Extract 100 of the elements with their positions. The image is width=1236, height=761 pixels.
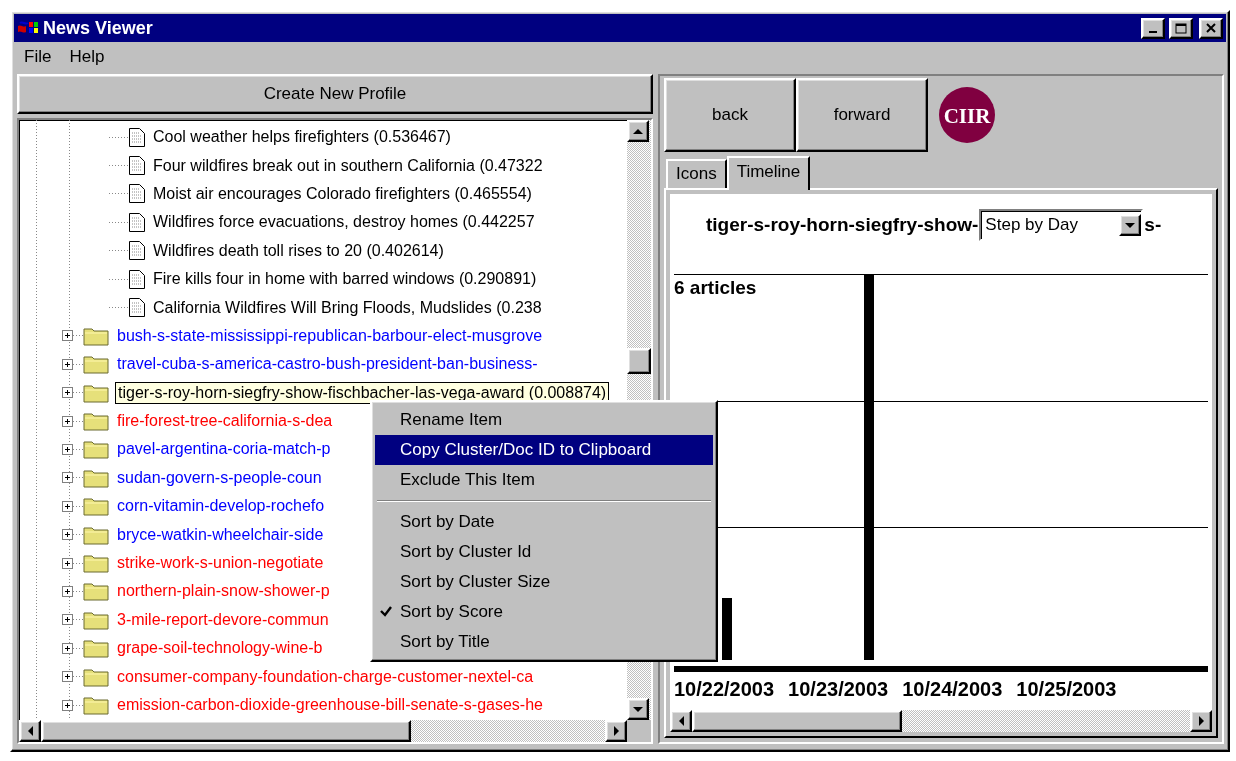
maximize-icon: [1175, 22, 1187, 34]
expand-icon[interactable]: [62, 415, 73, 427]
timeline-title: tiger-s-roy-horn-siegfry-show-: [706, 214, 979, 236]
cluster-label[interactable]: bryce-watkin-wheelchair-side: [115, 524, 326, 545]
expand-icon[interactable]: [62, 330, 73, 342]
date-label: 10/24/2003: [902, 678, 1003, 702]
expand-icon[interactable]: [62, 444, 73, 455]
folder-icon: [83, 382, 109, 403]
menu-item[interactable]: Exclude This Item: [375, 465, 713, 495]
cluster-label[interactable]: strike-work-s-union-negotiate: [115, 553, 326, 574]
document-icon: [129, 269, 145, 289]
scrollbar-thumb[interactable]: [627, 348, 651, 374]
step-dropdown[interactable]: Step by Day: [979, 209, 1144, 241]
document-title[interactable]: Wildfires force evacuations, destroy homes (0.442257: [151, 212, 537, 233]
app-icon: [17, 20, 39, 36]
expand-icon[interactable]: [62, 557, 73, 569]
scrollbar-thumb[interactable]: [692, 710, 902, 732]
cluster-label[interactable]: 3-mile-report-devore-commun: [115, 609, 331, 630]
menu-item[interactable]: Sort by Cluster Id: [375, 537, 713, 567]
timeline-title: s-: [1144, 214, 1162, 236]
minimize-icon: [1149, 31, 1157, 33]
cluster-label[interactable]: fire-forest-tree-california-s-dea: [115, 411, 335, 432]
expand-icon[interactable]: [62, 585, 73, 597]
scroll-down-button[interactable]: [627, 698, 649, 720]
document-icon: [129, 298, 145, 318]
minimize-button[interactable]: [1141, 17, 1165, 39]
folder-icon: [83, 609, 109, 630]
folder-icon: [83, 496, 109, 517]
expand-icon[interactable]: [62, 500, 73, 512]
create-profile-button[interactable]: Create New Profile: [17, 74, 653, 114]
scrollbar[interactable]: [670, 710, 1212, 732]
menu-item[interactable]: Help: [69, 47, 105, 67]
folder-icon: [83, 524, 109, 545]
nav-button[interactable]: forward: [796, 78, 928, 152]
menu-item[interactable]: Copy Cluster/Doc ID to Clipboard: [375, 435, 713, 465]
cluster-label[interactable]: sudan-govern-s-people-coun: [115, 467, 324, 488]
scroll-right-button[interactable]: [1190, 710, 1212, 732]
tab[interactable]: Icons: [666, 159, 727, 188]
folder-icon: [83, 638, 109, 659]
tab[interactable]: Timeline: [726, 156, 811, 190]
expand-icon[interactable]: [62, 358, 73, 370]
expand-icon[interactable]: [62, 472, 73, 484]
scroll-left-button[interactable]: [670, 710, 692, 732]
cluster-label[interactable]: emission-carbon-dioxide-greenhouse-bill-senate-s-gases-he: [115, 695, 545, 715]
cluster-label[interactable]: grape-soil-technology-wine-b: [115, 638, 325, 659]
date-label: 10/25/2003: [1016, 678, 1117, 702]
scroll-up-button[interactable]: [627, 120, 649, 142]
document-icon: [129, 184, 145, 204]
folder-icon: [83, 354, 109, 375]
scroll-right-button[interactable]: [605, 720, 627, 742]
cluster-label[interactable]: corn-vitamin-develop-rochefo: [115, 496, 327, 517]
axis-label: 6 articles: [674, 277, 757, 299]
timeline-bar: [722, 598, 732, 660]
menu-item[interactable]: Sort by Score: [375, 597, 713, 627]
nav-button[interactable]: back: [664, 78, 796, 152]
folder-icon: [83, 411, 109, 432]
date-label: 10/23/2003: [788, 678, 889, 702]
menu-item[interactable]: Sort by Title: [375, 627, 713, 657]
document-icon: [129, 241, 145, 261]
cluster-label[interactable]: pavel-argentina-coria-match-p: [115, 439, 333, 460]
document-title[interactable]: Wildfires death toll rises to 20 (0.402614): [151, 240, 446, 261]
document-title[interactable]: Fire kills four in home with barred windows (0.290891): [151, 269, 539, 290]
expand-icon[interactable]: [62, 671, 73, 683]
expand-icon[interactable]: [62, 614, 73, 626]
menu-item[interactable]: Rename Item: [375, 405, 713, 435]
document-title[interactable]: Moist air encourages Colorado firefighters (0.465554): [151, 183, 534, 204]
scrollbar[interactable]: [19, 720, 627, 742]
cluster-label[interactable]: bush-s-state-mississippi-republican-barbour-elect-musgrove: [115, 325, 545, 346]
cluster-label[interactable]: travel-cuba-s-america-castro-bush-president-ban-business-: [115, 354, 540, 375]
cluster-label[interactable]: northern-plain-snow-shower-p: [115, 581, 332, 602]
document-icon: [129, 156, 145, 176]
document-title[interactable]: California Wildfires Will Bring Floods, Mudslides (0.238: [151, 297, 544, 318]
folder-icon: [83, 581, 109, 602]
menu-item[interactable]: Sort by Date: [375, 507, 713, 537]
window-title: News Viewer: [43, 17, 154, 39]
close-icon: [1206, 23, 1216, 33]
document-title[interactable]: Cool weather helps firefighters (0.536467): [151, 127, 453, 148]
folder-icon: [83, 439, 109, 460]
expand-icon[interactable]: [62, 699, 73, 711]
menu-item[interactable]: Sort by Cluster Size: [375, 567, 713, 597]
document-icon: [129, 127, 145, 147]
cluster-label[interactable]: tiger-s-roy-horn-siegfry-show-fischbacher-las-vega-award (0.008874): [115, 381, 610, 404]
folder-icon: [83, 553, 109, 574]
expand-icon[interactable]: [62, 529, 73, 541]
document-title[interactable]: Four wildfires break out in southern California (0.47322: [151, 155, 545, 176]
folder-icon: [83, 325, 109, 346]
menu-item[interactable]: File: [24, 47, 52, 67]
maximize-button[interactable]: [1169, 17, 1193, 39]
scroll-left-button[interactable]: [19, 720, 41, 742]
expand-icon[interactable]: [62, 642, 73, 654]
folder-icon: [83, 467, 109, 488]
cluster-label[interactable]: consumer-company-foundation-charge-customer-nextel-ca: [115, 666, 536, 687]
folder-icon: [83, 666, 109, 687]
logo: CIIR: [938, 86, 996, 144]
scrollbar-thumb[interactable]: [41, 720, 411, 742]
document-icon: [129, 212, 145, 232]
close-button[interactable]: [1199, 17, 1223, 39]
folder-icon: [83, 695, 109, 715]
date-label: 10/22/2003: [674, 678, 775, 702]
expand-icon[interactable]: [62, 387, 73, 399]
